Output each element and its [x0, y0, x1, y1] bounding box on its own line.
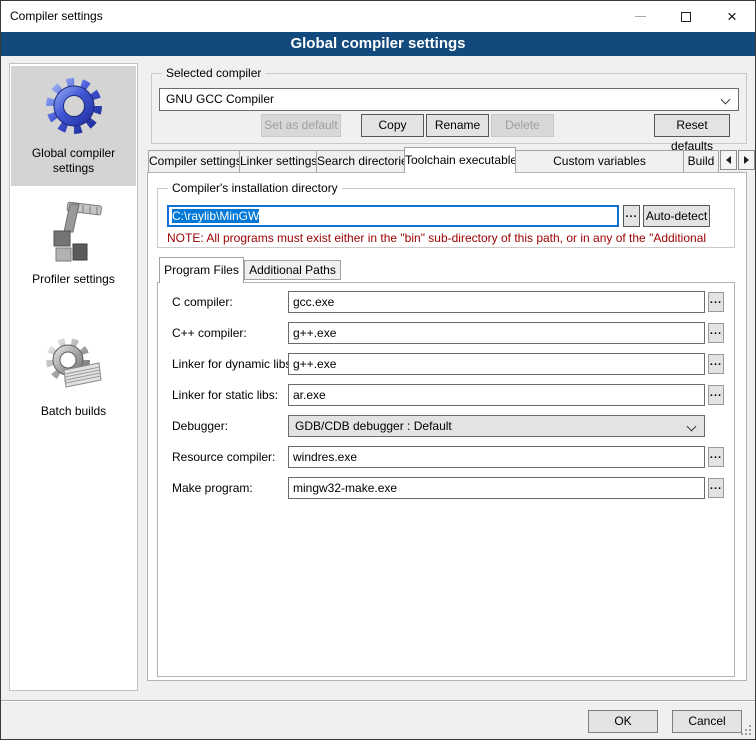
browse-button[interactable]: ... — [708, 323, 724, 343]
field-label: Linker for static libs: — [172, 388, 278, 402]
arrow-left-icon — [726, 156, 731, 164]
browse-button[interactable]: ... — [708, 354, 724, 374]
cpp-compiler-input[interactable] — [288, 322, 705, 344]
program-files-panel: C compiler: ... C++ compiler: ... Linker… — [157, 282, 735, 677]
delete-button: Delete — [491, 114, 554, 137]
page-title: Global compiler settings — [1, 32, 755, 56]
field-row: Linker for dynamic libs: ... — [158, 353, 734, 375]
field-label: Debugger: — [172, 419, 228, 433]
maximize-button[interactable] — [663, 1, 709, 32]
sidebar-item-label: Global compiler settings — [19, 146, 129, 176]
tab-toolchain-executables[interactable]: Toolchain executables — [404, 147, 516, 173]
arrow-right-icon — [744, 156, 749, 164]
sidebar-item-label: Profiler settings — [19, 272, 129, 287]
close-button[interactable]: × — [709, 1, 755, 32]
resize-grip[interactable] — [749, 733, 751, 735]
static-linker-input[interactable] — [288, 384, 705, 406]
selected-text: C:\raylib\MinGW — [172, 209, 259, 223]
subtab-additional-paths[interactable]: Additional Paths — [244, 260, 341, 280]
reset-defaults-button[interactable]: Reset defaults — [654, 114, 730, 137]
field-label: C++ compiler: — [172, 326, 247, 340]
ok-button[interactable]: OK — [588, 710, 658, 733]
set-as-default-button: Set as default — [261, 114, 341, 137]
minimize-button — [617, 1, 663, 32]
field-row: C++ compiler: ... — [158, 322, 734, 344]
field-label: Resource compiler: — [172, 450, 275, 464]
footer-separator-highlight — [1, 701, 755, 702]
field-label: C compiler: — [172, 295, 233, 309]
tab-scroll-right-button[interactable] — [738, 150, 755, 170]
browse-button[interactable]: ... — [708, 292, 724, 312]
group-label: Compiler's installation directory — [168, 181, 342, 196]
browse-button[interactable]: ... — [708, 447, 724, 467]
gear-stack-icon — [42, 332, 106, 396]
debugger-select-value: GDB/CDB debugger : Default — [295, 419, 452, 433]
field-label: Make program: — [172, 481, 253, 495]
rename-button[interactable]: Rename — [426, 114, 489, 137]
compiler-select[interactable]: GNU GCC Compiler — [159, 88, 739, 111]
browse-button[interactable]: ... — [708, 478, 724, 498]
group-label: Selected compiler — [162, 66, 265, 81]
sidebar-item-label: Batch builds — [19, 404, 129, 419]
field-row: C compiler: ... — [158, 291, 734, 313]
installation-directory-input[interactable]: C:\raylib\MinGW — [167, 205, 619, 227]
caliper-icon — [42, 200, 106, 264]
tab-compiler-settings[interactable]: Compiler settings — [148, 150, 240, 173]
resource-compiler-input[interactable] — [288, 446, 705, 468]
debugger-select[interactable]: GDB/CDB debugger : Default — [288, 415, 705, 437]
auto-detect-button[interactable]: Auto-detect — [643, 205, 710, 227]
settings-category-list: Global compiler settings Profiler settin… — [9, 63, 138, 691]
chevron-down-icon — [687, 422, 697, 432]
subtab-program-files[interactable]: Program Files — [159, 257, 244, 283]
window-title: Compiler settings — [10, 1, 103, 32]
field-label: Linker for dynamic libs: — [172, 357, 295, 371]
titlebar: Compiler settings × — [1, 1, 755, 32]
copy-button[interactable]: Copy — [361, 114, 424, 137]
tab-build-options[interactable]: Build — [683, 150, 719, 173]
tab-search-directories[interactable]: Search directories — [316, 150, 405, 173]
close-icon: × — [727, 8, 737, 25]
browse-button[interactable]: ... — [708, 385, 724, 405]
sidebar-item-profiler-settings[interactable]: Profiler settings — [11, 198, 136, 308]
compiler-select-value: GNU GCC Compiler — [166, 92, 274, 106]
browse-directory-button[interactable]: ... — [623, 205, 640, 227]
maximize-icon — [681, 12, 691, 22]
dynamic-linker-input[interactable] — [288, 353, 705, 375]
field-row: Resource compiler: ... — [158, 446, 734, 468]
blue-gear-icon — [42, 74, 106, 138]
field-row: Debugger: GDB/CDB debugger : Default — [158, 415, 734, 437]
sidebar-item-global-compiler-settings[interactable]: Global compiler settings — [11, 66, 136, 186]
tab-linker-settings[interactable]: Linker settings — [239, 150, 317, 173]
c-compiler-input[interactable] — [288, 291, 705, 313]
minimize-icon — [635, 16, 646, 17]
field-row: Linker for static libs: ... — [158, 384, 734, 406]
note-text: NOTE: All programs must exist either in … — [167, 231, 733, 245]
make-program-input[interactable] — [288, 477, 705, 499]
compiler-settings-dialog: Compiler settings × Global compiler sett… — [0, 0, 756, 740]
tab-scroll-left-button[interactable] — [720, 150, 737, 170]
field-row: Make program: ... — [158, 477, 734, 499]
tab-custom-variables[interactable]: Custom variables — [515, 150, 684, 173]
chevron-down-icon — [721, 95, 731, 105]
cancel-button[interactable]: Cancel — [672, 710, 742, 733]
sidebar-item-batch-builds[interactable]: Batch builds — [11, 330, 136, 440]
